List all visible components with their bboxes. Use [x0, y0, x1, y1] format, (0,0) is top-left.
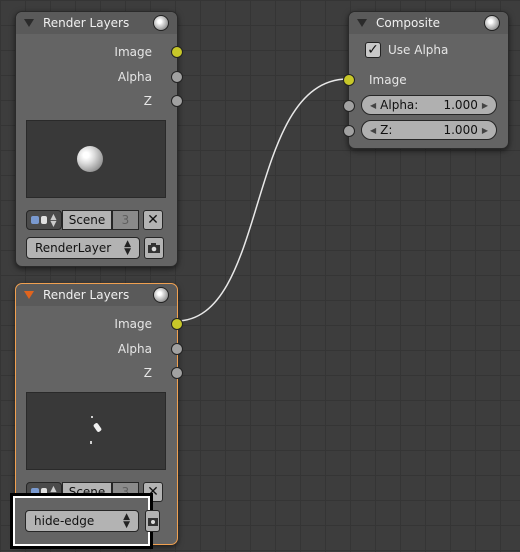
z-value-slider[interactable]: ◀ Z: 1.000 ▶: [361, 120, 497, 140]
collapse-triangle-icon[interactable]: [24, 291, 34, 299]
input-z-row: ◀ Z: 1.000 ▶: [343, 120, 508, 140]
output-z-row: Z: [16, 361, 183, 385]
render-preview: [26, 392, 166, 470]
alpha-value-slider[interactable]: ◀ Alpha: 1.000 ▶: [361, 95, 497, 115]
increment-arrow-icon[interactable]: ▶: [482, 101, 488, 110]
dropdown-value: hide-edge: [34, 514, 95, 528]
use-alpha-option[interactable]: ✓ Use Alpha: [365, 42, 448, 58]
dropdown-arrows-icon: ▲ ▼: [123, 512, 130, 530]
node-title: Render Layers: [43, 16, 130, 30]
decrement-arrow-icon[interactable]: ◀: [370, 101, 376, 110]
output-socket-image[interactable]: [171, 318, 183, 330]
composite-node[interactable]: Composite ✓ Use Alpha Image ◀ Alpha: 1.0…: [343, 11, 509, 149]
render-layer-dropdown[interactable]: RenderLayer ▲ ▼: [26, 237, 140, 259]
node-title: Composite: [376, 16, 441, 30]
output-alpha-row: Alpha: [16, 337, 183, 361]
preview-sphere-icon[interactable]: [153, 15, 169, 31]
input-label: Image: [369, 73, 407, 87]
render-layer-dropdown[interactable]: hide-edge ▲ ▼: [25, 510, 139, 532]
output-image-row: Image: [16, 40, 183, 64]
output-socket-alpha[interactable]: [171, 343, 183, 355]
scene-users-count: 3: [112, 210, 139, 230]
checkbox-check-icon[interactable]: ✓: [365, 42, 381, 58]
z-value: 1.000: [443, 123, 478, 137]
output-socket-alpha[interactable]: [171, 71, 183, 83]
preview-sphere: [77, 146, 103, 172]
input-socket-alpha[interactable]: [343, 100, 355, 112]
output-label: Image: [114, 317, 152, 331]
alpha-value: 1.000: [443, 98, 478, 112]
use-alpha-label: Use Alpha: [388, 43, 449, 57]
scene-selector: ▲▼ Scene 3 ✕: [26, 210, 164, 230]
z-label: Z:: [380, 123, 393, 137]
preview-edge-mark: [92, 422, 103, 433]
input-socket-z[interactable]: [343, 125, 355, 137]
node-title: Render Layers: [43, 288, 130, 302]
output-image-row: Image: [16, 312, 183, 336]
camera-icon[interactable]: [144, 237, 164, 259]
collapse-triangle-icon[interactable]: [24, 19, 34, 27]
decrement-arrow-icon[interactable]: ◀: [370, 126, 376, 135]
output-label: Z: [143, 94, 152, 108]
input-alpha-row: ◀ Alpha: 1.000 ▶: [343, 95, 508, 115]
output-socket-z[interactable]: [171, 367, 183, 379]
preview-sphere-icon[interactable]: [153, 287, 169, 303]
input-image-row: Image: [343, 70, 508, 90]
output-label: Alpha: [117, 342, 152, 356]
dropdown-arrows-icon: ▲ ▼: [124, 239, 131, 257]
output-socket-image[interactable]: [171, 46, 183, 58]
output-alpha-row: Alpha: [16, 65, 183, 89]
close-icon[interactable]: ✕: [143, 210, 163, 230]
node-header[interactable]: Composite: [349, 12, 508, 34]
output-label: Z: [143, 366, 152, 380]
output-socket-z[interactable]: [171, 95, 183, 107]
alpha-label: Alpha:: [380, 98, 419, 112]
output-z-row: Z: [16, 89, 183, 113]
preview-edge-mark: [90, 441, 92, 444]
layer-selector: hide-edge ▲ ▼: [25, 510, 163, 532]
node-header[interactable]: Render Layers: [16, 12, 177, 34]
dropdown-value: RenderLayer: [35, 241, 112, 255]
preview-sphere-icon[interactable]: [484, 15, 500, 31]
scene-browse-icon[interactable]: ▲▼: [26, 210, 62, 230]
layer-selector: RenderLayer ▲ ▼: [26, 237, 164, 259]
render-layers-node-1[interactable]: Render Layers Image Alpha Z ▲ ▼ Scene 3 ✕…: [15, 11, 183, 267]
output-label: Image: [114, 45, 152, 59]
input-socket-image[interactable]: [343, 74, 355, 86]
collapse-triangle-icon[interactable]: [357, 19, 367, 27]
increment-arrow-icon[interactable]: ▶: [482, 126, 488, 135]
output-label: Alpha: [117, 70, 152, 84]
scene-name-field[interactable]: Scene: [62, 210, 112, 230]
render-preview: [26, 120, 166, 198]
camera-icon[interactable]: [145, 510, 160, 532]
preview-edge-mark: [91, 416, 93, 418]
node-header[interactable]: Render Layers: [16, 284, 177, 306]
